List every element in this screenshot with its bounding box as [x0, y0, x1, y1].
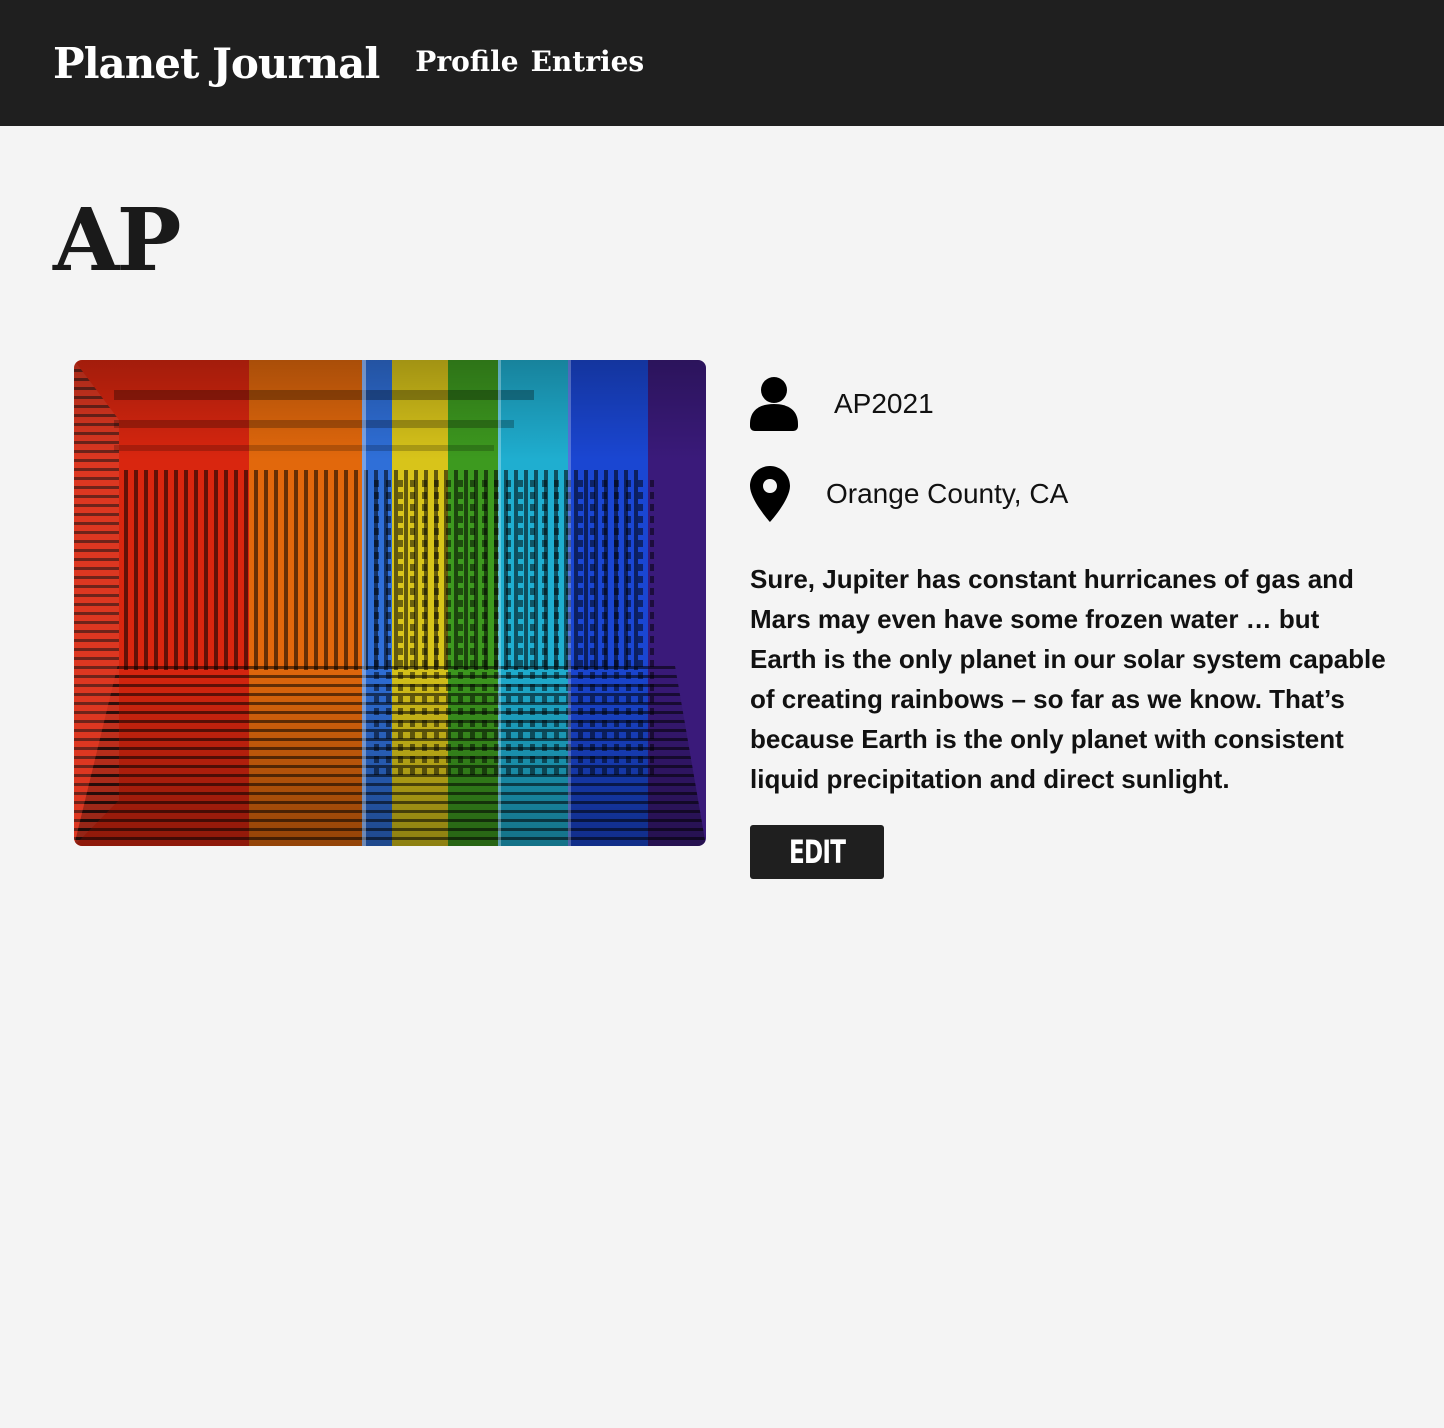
profile-bio: Sure, Jupiter has constant hurricanes of… — [750, 564, 1386, 794]
edit-button[interactable]: Edit — [750, 825, 884, 879]
edit-button-label: Edit — [788, 833, 846, 871]
location: Orange County, CA — [826, 478, 1069, 509]
nav-profile[interactable]: Profile — [415, 45, 518, 78]
username: AP2021 — [834, 388, 934, 419]
brand-logo[interactable]: Planet Journal — [53, 39, 380, 88]
page-title: AP — [53, 190, 181, 291]
nav-entries[interactable]: Entries — [531, 45, 645, 78]
map-pin-icon — [750, 466, 790, 522]
location-row: Orange County, CA — [750, 446, 1390, 542]
top-navbar: Planet Journal Profile Entries — [0, 0, 1444, 126]
profile-details: AP2021 Orange County, CA Sure, Jupiter h… — [750, 360, 1390, 879]
profile-photo — [74, 360, 706, 846]
username-row: AP2021 — [750, 360, 1390, 448]
user-icon — [750, 377, 798, 431]
